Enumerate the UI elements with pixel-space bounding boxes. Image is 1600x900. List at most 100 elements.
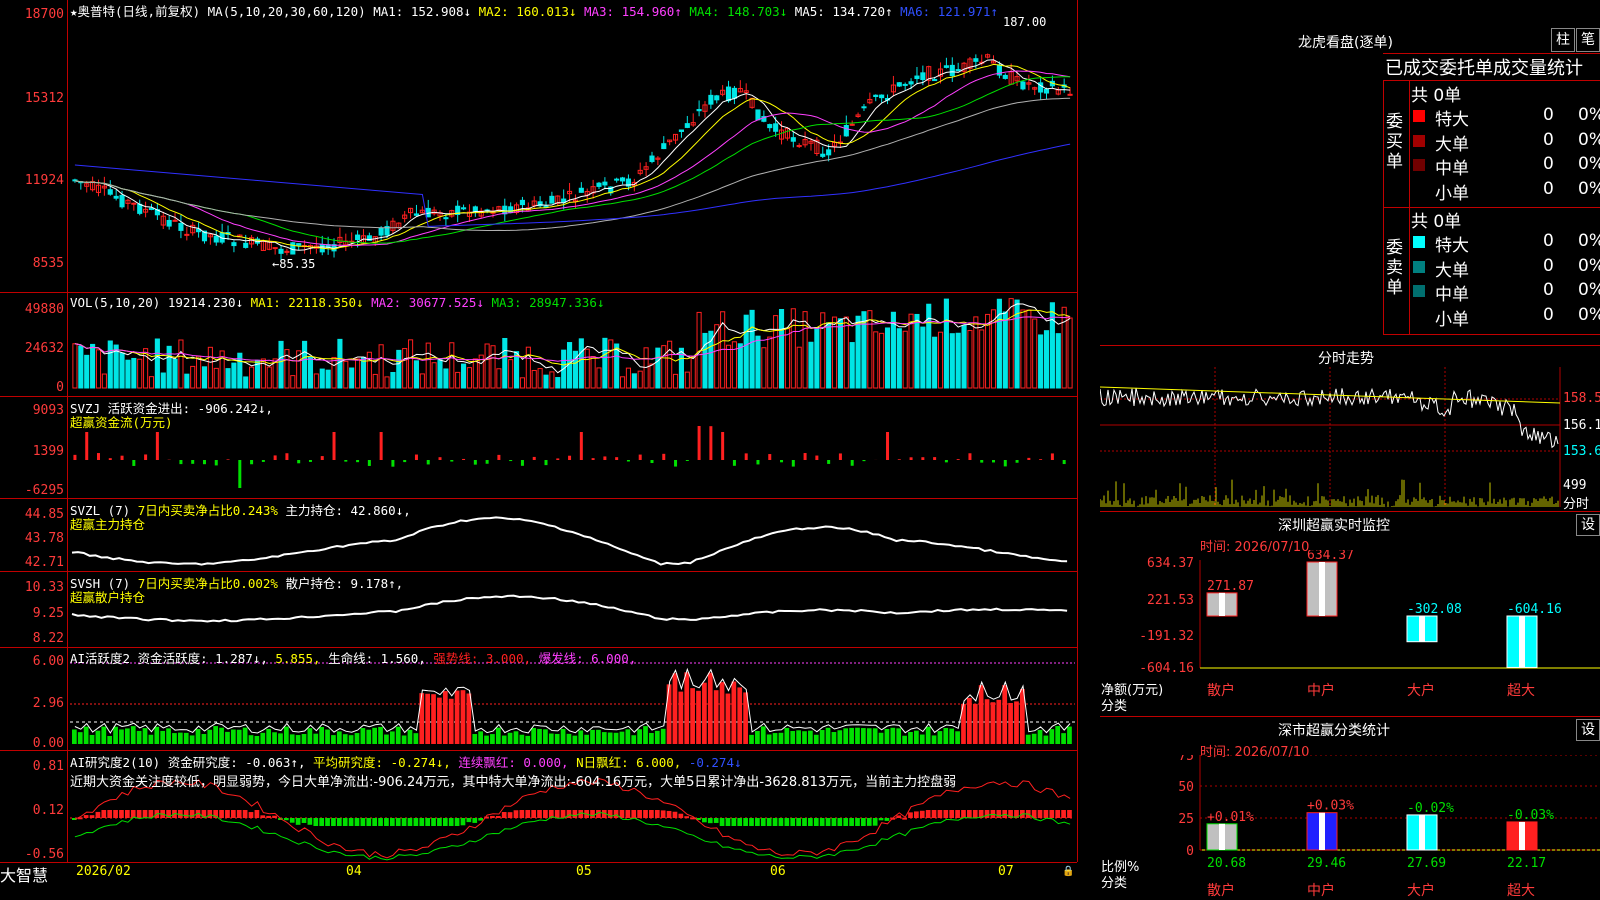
stats-category: 中户 xyxy=(1307,882,1335,899)
stats-bar-highlight xyxy=(1319,812,1325,850)
candle-body xyxy=(549,195,555,204)
vol-params: VOL(5,10,20) xyxy=(70,295,161,310)
activity-bar xyxy=(837,730,843,744)
divider xyxy=(1100,345,1600,346)
dragon-subtitle: 已成交委托单成交量统计 xyxy=(1385,58,1583,79)
flow-bar xyxy=(603,456,607,460)
volume-bar xyxy=(390,371,396,389)
volume-bar xyxy=(531,369,537,389)
activity-bar xyxy=(943,727,949,744)
flow-bar xyxy=(921,457,925,460)
volume-bar xyxy=(608,339,614,389)
volume-bar xyxy=(461,363,467,389)
research-bar xyxy=(619,810,625,818)
volume-bar xyxy=(396,349,402,389)
candle-body xyxy=(696,109,702,112)
research-bar xyxy=(130,810,136,818)
stats-bar-highlight xyxy=(1419,814,1425,850)
research-bar xyxy=(961,810,966,818)
ma1-value: MA1: 152.908↓ xyxy=(373,4,472,19)
flow-bar xyxy=(1015,460,1019,463)
svzj-subtitle: 超赢资金流(万元) xyxy=(70,415,173,430)
volume-bar xyxy=(302,340,308,389)
volume-bar xyxy=(967,330,973,389)
volume-bar xyxy=(154,338,160,389)
research-bar xyxy=(248,812,254,818)
lock-icon[interactable]: 🔒 xyxy=(1062,866,1074,877)
flow-bar xyxy=(520,460,524,466)
tick-view-button[interactable]: 笔 xyxy=(1576,28,1600,52)
volume-bar xyxy=(672,373,679,389)
stats-settings-button[interactable]: 设 xyxy=(1576,719,1600,741)
buy-row-name: 中单 xyxy=(1435,159,1469,179)
volume-bar xyxy=(843,316,849,389)
research-bar xyxy=(996,810,1002,818)
activity-bar xyxy=(967,697,972,744)
volume-bar xyxy=(355,358,361,389)
candle-body xyxy=(843,124,849,137)
activity-bar xyxy=(737,687,743,744)
activity-bar xyxy=(354,733,360,744)
activity-bar xyxy=(831,732,837,744)
volume-bar xyxy=(484,343,490,389)
research-bar xyxy=(972,810,978,818)
volume-bar xyxy=(172,358,178,389)
volume-bar xyxy=(1038,334,1044,389)
flow-bar xyxy=(320,456,324,460)
stats-delta: -0.03% xyxy=(1507,808,1554,823)
column-view-button[interactable]: 柱 xyxy=(1551,28,1575,52)
volume-bar xyxy=(225,368,231,389)
monitor-settings-button[interactable]: 设 xyxy=(1576,514,1600,536)
research-bar xyxy=(113,810,118,818)
research-bar xyxy=(760,818,766,826)
research-bar xyxy=(236,810,242,818)
research-bar xyxy=(772,818,778,826)
candle-body xyxy=(861,106,867,109)
activity-bar xyxy=(107,735,113,744)
volume-bar xyxy=(337,338,343,389)
activity-bar xyxy=(124,728,130,744)
research-bar xyxy=(925,810,931,818)
volume-bar xyxy=(466,367,473,389)
candle-body xyxy=(355,234,361,240)
activity-bar xyxy=(136,730,142,744)
candlestick-chart[interactable] xyxy=(0,0,1077,880)
candle-body xyxy=(949,64,955,77)
volume-bar xyxy=(1055,333,1061,389)
sell-row-name: 中单 xyxy=(1435,285,1469,305)
activity-bar xyxy=(225,731,230,744)
sell-row-pct: 0% xyxy=(1578,255,1600,276)
flow-bar xyxy=(768,454,772,460)
stats-tick: 25 xyxy=(1178,812,1194,827)
flow-bar xyxy=(191,460,195,464)
flow-bar xyxy=(120,455,124,460)
activity-bar xyxy=(760,726,766,744)
activity-bar xyxy=(908,731,913,744)
activity-bar xyxy=(601,732,607,744)
research-bar xyxy=(560,810,566,818)
volume-bar xyxy=(243,376,249,389)
candle-body xyxy=(826,149,832,156)
volume-bar xyxy=(419,373,425,389)
stats-value: 29.46 xyxy=(1307,856,1346,871)
activity-bar xyxy=(643,726,648,744)
activity-bar xyxy=(295,735,301,744)
candle-body xyxy=(614,178,620,181)
flow-bar xyxy=(662,453,666,460)
candle-body xyxy=(378,227,384,236)
flow-bar xyxy=(238,460,242,488)
candle-body xyxy=(172,219,178,222)
research-bar xyxy=(914,811,919,818)
sell-row-swatch xyxy=(1413,260,1425,273)
intraday-chart[interactable] xyxy=(1100,367,1600,510)
volume-bar xyxy=(602,337,608,389)
buy-row-swatch xyxy=(1413,134,1425,147)
flow-bar xyxy=(250,460,254,465)
volume-bar xyxy=(319,368,325,389)
research-bar xyxy=(849,818,854,826)
candle-body xyxy=(184,233,190,236)
research-bar xyxy=(654,810,660,818)
activity-bar xyxy=(442,691,448,744)
candle-body xyxy=(708,94,714,105)
candle-body xyxy=(731,87,737,99)
